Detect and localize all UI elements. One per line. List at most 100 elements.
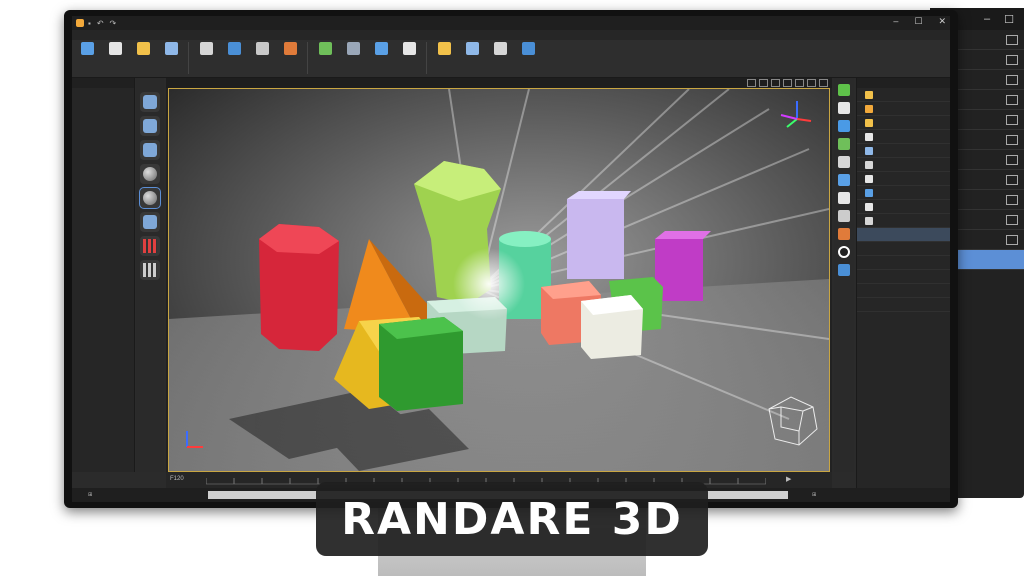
outliner-item[interactable]	[857, 298, 950, 312]
minimize-button[interactable]: –	[984, 13, 990, 25]
lavender-box[interactable]	[567, 191, 631, 279]
cube-icon	[143, 215, 157, 229]
outliner-item[interactable]	[857, 130, 950, 144]
red-hexagonal-prism[interactable]	[259, 224, 339, 351]
close-button[interactable]: ✕	[938, 16, 946, 27]
outliner-item[interactable]	[857, 284, 950, 298]
grid-button[interactable]	[132, 42, 154, 55]
outliner-item[interactable]	[857, 158, 950, 172]
green-cube[interactable]	[379, 317, 463, 411]
outliner-item[interactable]	[857, 102, 950, 116]
render-button[interactable]	[370, 42, 392, 55]
sphere-icon[interactable]	[838, 192, 850, 204]
palette-icon[interactable]	[838, 228, 850, 240]
green-icon[interactable]	[838, 84, 850, 96]
visibility-icon[interactable]	[1006, 54, 1018, 65]
app-logo-icon	[76, 19, 84, 27]
texture-button[interactable]	[461, 42, 483, 55]
minimize-button[interactable]: –	[893, 16, 898, 27]
camera-icon	[318, 42, 332, 55]
outliner-item[interactable]	[857, 88, 950, 102]
outliner-item[interactable]	[857, 214, 950, 228]
cursor-button[interactable]	[160, 42, 182, 55]
outliner-item[interactable]	[857, 144, 950, 158]
cloud-button[interactable]	[433, 42, 455, 55]
outliner-item[interactable]	[857, 116, 950, 130]
light-button[interactable]	[279, 42, 301, 55]
camera-view-icon[interactable]	[783, 79, 792, 87]
play-button[interactable]: ▶	[786, 475, 791, 483]
box-icon[interactable]	[838, 174, 850, 186]
view-mode-icon[interactable]	[747, 79, 756, 87]
outliner-item[interactable]	[857, 200, 950, 214]
smooth-tool[interactable]	[140, 116, 160, 136]
scene-render[interactable]	[169, 89, 829, 471]
folder-button[interactable]	[76, 42, 98, 55]
maximize-button[interactable]: ☐	[1004, 13, 1014, 26]
image-button[interactable]	[223, 42, 245, 55]
viewport-tab[interactable]	[166, 78, 832, 88]
status-right-icon[interactable]: ⊞	[812, 492, 816, 498]
target-icon[interactable]	[838, 246, 850, 258]
shading-icon[interactable]	[759, 79, 768, 87]
outliner-item-selected[interactable]	[857, 228, 950, 242]
wand-button[interactable]	[342, 42, 364, 55]
outliner-item[interactable]	[857, 242, 950, 256]
outliner-item[interactable]	[857, 256, 950, 270]
cube-icon[interactable]	[838, 102, 850, 114]
outliner-item[interactable]	[857, 270, 950, 284]
gear-icon[interactable]	[838, 210, 850, 222]
grid-red-tool[interactable]	[140, 236, 160, 256]
magenta-cube[interactable]	[655, 231, 711, 301]
brush-button[interactable]	[104, 42, 126, 55]
pinch-tool[interactable]	[140, 140, 160, 160]
sphere-selected-tool[interactable]	[139, 187, 161, 209]
visibility-icon[interactable]	[1006, 234, 1018, 245]
menu-bar	[72, 30, 950, 40]
light-icon[interactable]	[838, 120, 850, 132]
render-preview-icon[interactable]	[807, 79, 816, 87]
smooth-icon	[143, 119, 157, 133]
visibility-icon[interactable]	[1006, 34, 1018, 45]
sphere-icon	[402, 42, 416, 55]
texture-icon	[865, 132, 873, 141]
visibility-icon[interactable]	[1006, 74, 1018, 85]
settings-button[interactable]	[517, 42, 539, 55]
left-panel	[72, 78, 135, 472]
outliner-item[interactable]	[857, 172, 950, 186]
grid-tool[interactable]	[140, 260, 160, 280]
camera-icon[interactable]	[838, 156, 850, 168]
status-left-icon[interactable]: ⊞	[88, 492, 92, 498]
move-button[interactable]	[195, 42, 217, 55]
cursor-icon	[164, 42, 178, 55]
save-icon[interactable]: ▪	[88, 19, 91, 28]
grid-toggle-icon[interactable]	[771, 79, 780, 87]
cube-tool[interactable]	[140, 212, 160, 232]
redo-icon[interactable]: ↷	[110, 19, 117, 28]
visibility-icon[interactable]	[1006, 114, 1018, 125]
visibility-icon[interactable]	[1006, 94, 1018, 105]
blue-square-icon[interactable]	[838, 264, 850, 276]
outliner-header	[857, 78, 950, 88]
camera-button[interactable]	[314, 42, 336, 55]
undo-icon[interactable]: ↶	[97, 19, 104, 28]
outliner-item[interactable]	[857, 186, 950, 200]
visibility-icon[interactable]	[1006, 154, 1018, 165]
cube-button[interactable]	[251, 42, 273, 55]
sphere-button[interactable]	[398, 42, 420, 55]
crossed-tools-button[interactable]	[489, 42, 511, 55]
visibility-icon[interactable]	[1006, 194, 1018, 205]
visibility-icon[interactable]	[1006, 174, 1018, 185]
3d-viewport[interactable]	[168, 88, 830, 472]
light-source[interactable]	[453, 248, 525, 320]
visibility-icon[interactable]	[1006, 134, 1018, 145]
sphere-tool[interactable]	[140, 164, 160, 184]
visibility-icon[interactable]	[1006, 214, 1018, 225]
fullscreen-icon[interactable]	[819, 79, 828, 87]
sculpt-tool[interactable]	[140, 92, 160, 112]
white-cube[interactable]	[581, 295, 643, 359]
paint-icon[interactable]	[838, 138, 850, 150]
maximize-button[interactable]: ☐	[914, 16, 922, 27]
overlay-icon[interactable]	[795, 79, 804, 87]
texture-icon	[465, 42, 479, 55]
